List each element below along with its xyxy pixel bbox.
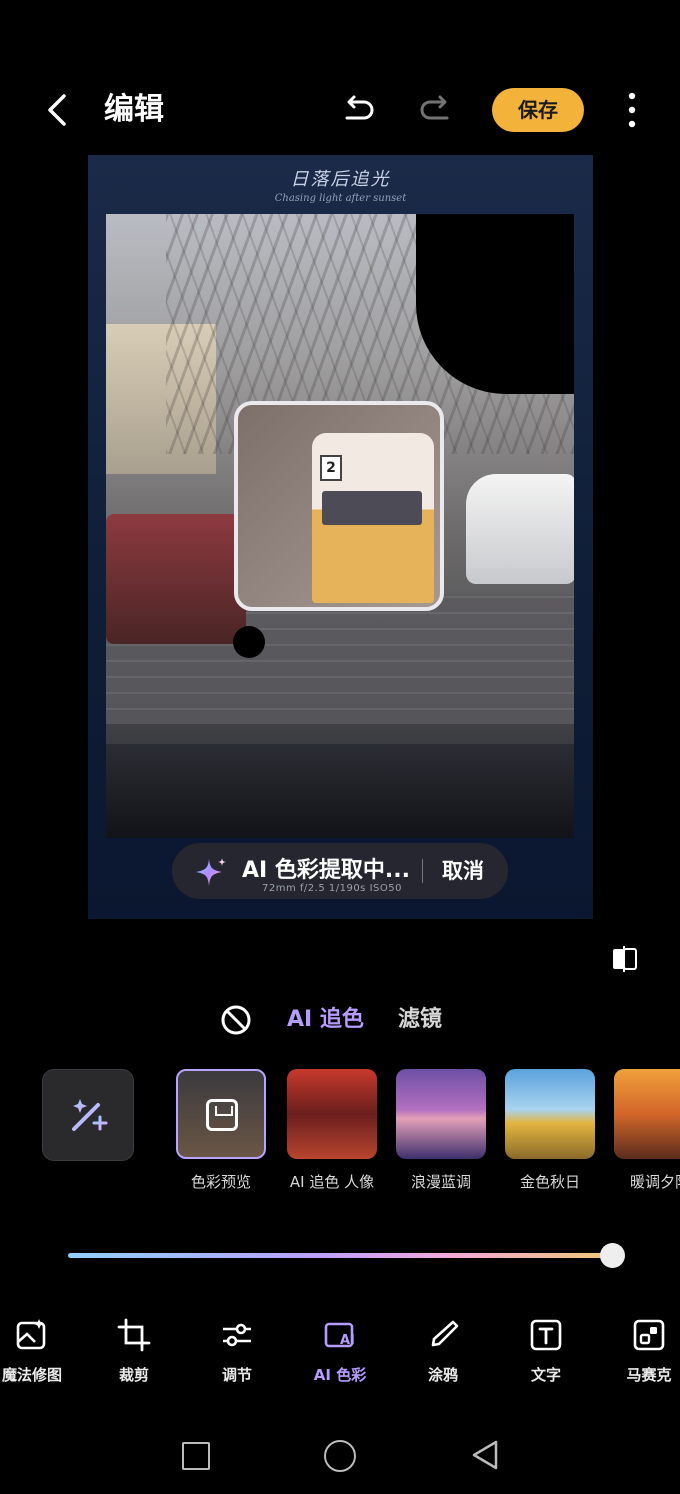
tool-ai-color[interactable]: AI AI 色彩 [288, 1318, 392, 1385]
preset-label: 色彩预览 [190, 1173, 251, 1191]
prohibited-icon [221, 1005, 251, 1035]
intensity-slider-handle[interactable] [600, 1243, 625, 1268]
undo-button[interactable] [338, 90, 378, 130]
preset-romantic-blue[interactable] [396, 1069, 486, 1159]
redo-icon [420, 95, 449, 120]
status-divider [422, 859, 423, 883]
tool-label: 马赛克 [626, 1366, 672, 1384]
cancel-button[interactable]: 取消 [442, 843, 484, 899]
photo-car [466, 474, 574, 584]
tool-label: 调节 [221, 1366, 252, 1384]
redo-button[interactable] [416, 90, 456, 130]
preset-label: 暖调夕阳 [630, 1173, 680, 1191]
tool-label: 涂鸦 [427, 1366, 458, 1384]
signature-subtitle: Chasing light after sunset [274, 193, 407, 204]
tool-label: 文字 [530, 1366, 561, 1384]
chevron-left-icon [48, 94, 66, 126]
svg-text:AI: AI [340, 1333, 355, 1348]
preset-warm-sunset[interactable] [614, 1069, 680, 1159]
preset-color-preview[interactable] [176, 1069, 266, 1159]
tram-image: 2 [312, 433, 434, 603]
save-button[interactable]: 保存 [492, 88, 584, 132]
preset-label: 浪漫蓝调 [410, 1173, 471, 1191]
tab-filter[interactable]: 滤镜 [398, 1004, 442, 1036]
tab-ai-color[interactable]: AI 追色 [287, 1004, 364, 1036]
photo-dashboard [106, 744, 574, 838]
home-button[interactable] [324, 1440, 356, 1472]
tool-mosaic[interactable]: 马赛克 [597, 1318, 680, 1385]
tool-label: AI 色彩 [313, 1366, 367, 1384]
compare-button[interactable] [610, 944, 640, 974]
tool-label: 裁剪 [118, 1366, 149, 1384]
photo-scooters [106, 514, 246, 644]
sliders-icon [223, 1323, 251, 1347]
crop-icon [117, 1318, 151, 1352]
tool-magic-edit[interactable]: 魔法修图 [0, 1318, 84, 1385]
tool-label: 魔法修图 [1, 1366, 62, 1384]
back-button[interactable] [38, 88, 78, 132]
magic-image-icon [16, 1319, 46, 1350]
triangle-back-icon [472, 1440, 498, 1470]
magic-wand-button[interactable] [42, 1069, 134, 1161]
photo-dot [233, 626, 265, 658]
more-options-button[interactable] [618, 90, 646, 130]
signature-title: 日落后追光 [290, 169, 391, 190]
signature-watermark: 日落后追光 Chasing light after sunset [88, 165, 593, 204]
preset-label: AI 追色 人像 [289, 1173, 375, 1191]
save-preset-icon [206, 1099, 238, 1131]
no-filter-button[interactable] [220, 1004, 252, 1036]
intensity-slider-track[interactable] [68, 1253, 612, 1258]
reference-thumbnail: 2 [234, 401, 444, 611]
tool-crop[interactable]: 裁剪 [82, 1318, 186, 1385]
preset-label: 金色秋日 [519, 1173, 580, 1191]
undo-icon [345, 95, 374, 120]
brush-icon [431, 1320, 459, 1347]
page-title: 编辑 [104, 92, 164, 127]
mosaic-icon [633, 1319, 665, 1351]
text-icon [530, 1319, 562, 1351]
preset-ai-portrait[interactable] [287, 1069, 377, 1159]
recent-apps-button[interactable] [182, 1442, 210, 1470]
tool-doodle[interactable]: 涂鸦 [391, 1318, 495, 1385]
compare-icon [613, 946, 637, 972]
camera-meta: 72mm f/2.5 1/190s ISO50 [262, 883, 402, 894]
ai-color-icon: AI [324, 1322, 355, 1348]
tool-text[interactable]: 文字 [494, 1318, 598, 1385]
nav-back-button[interactable] [470, 1438, 500, 1472]
magic-wand-icon [72, 1099, 108, 1131]
more-vertical-icon [628, 92, 636, 128]
sparkle-icon [196, 858, 226, 886]
tool-adjust[interactable]: 调节 [185, 1318, 289, 1385]
preset-golden-autumn[interactable] [505, 1069, 595, 1159]
